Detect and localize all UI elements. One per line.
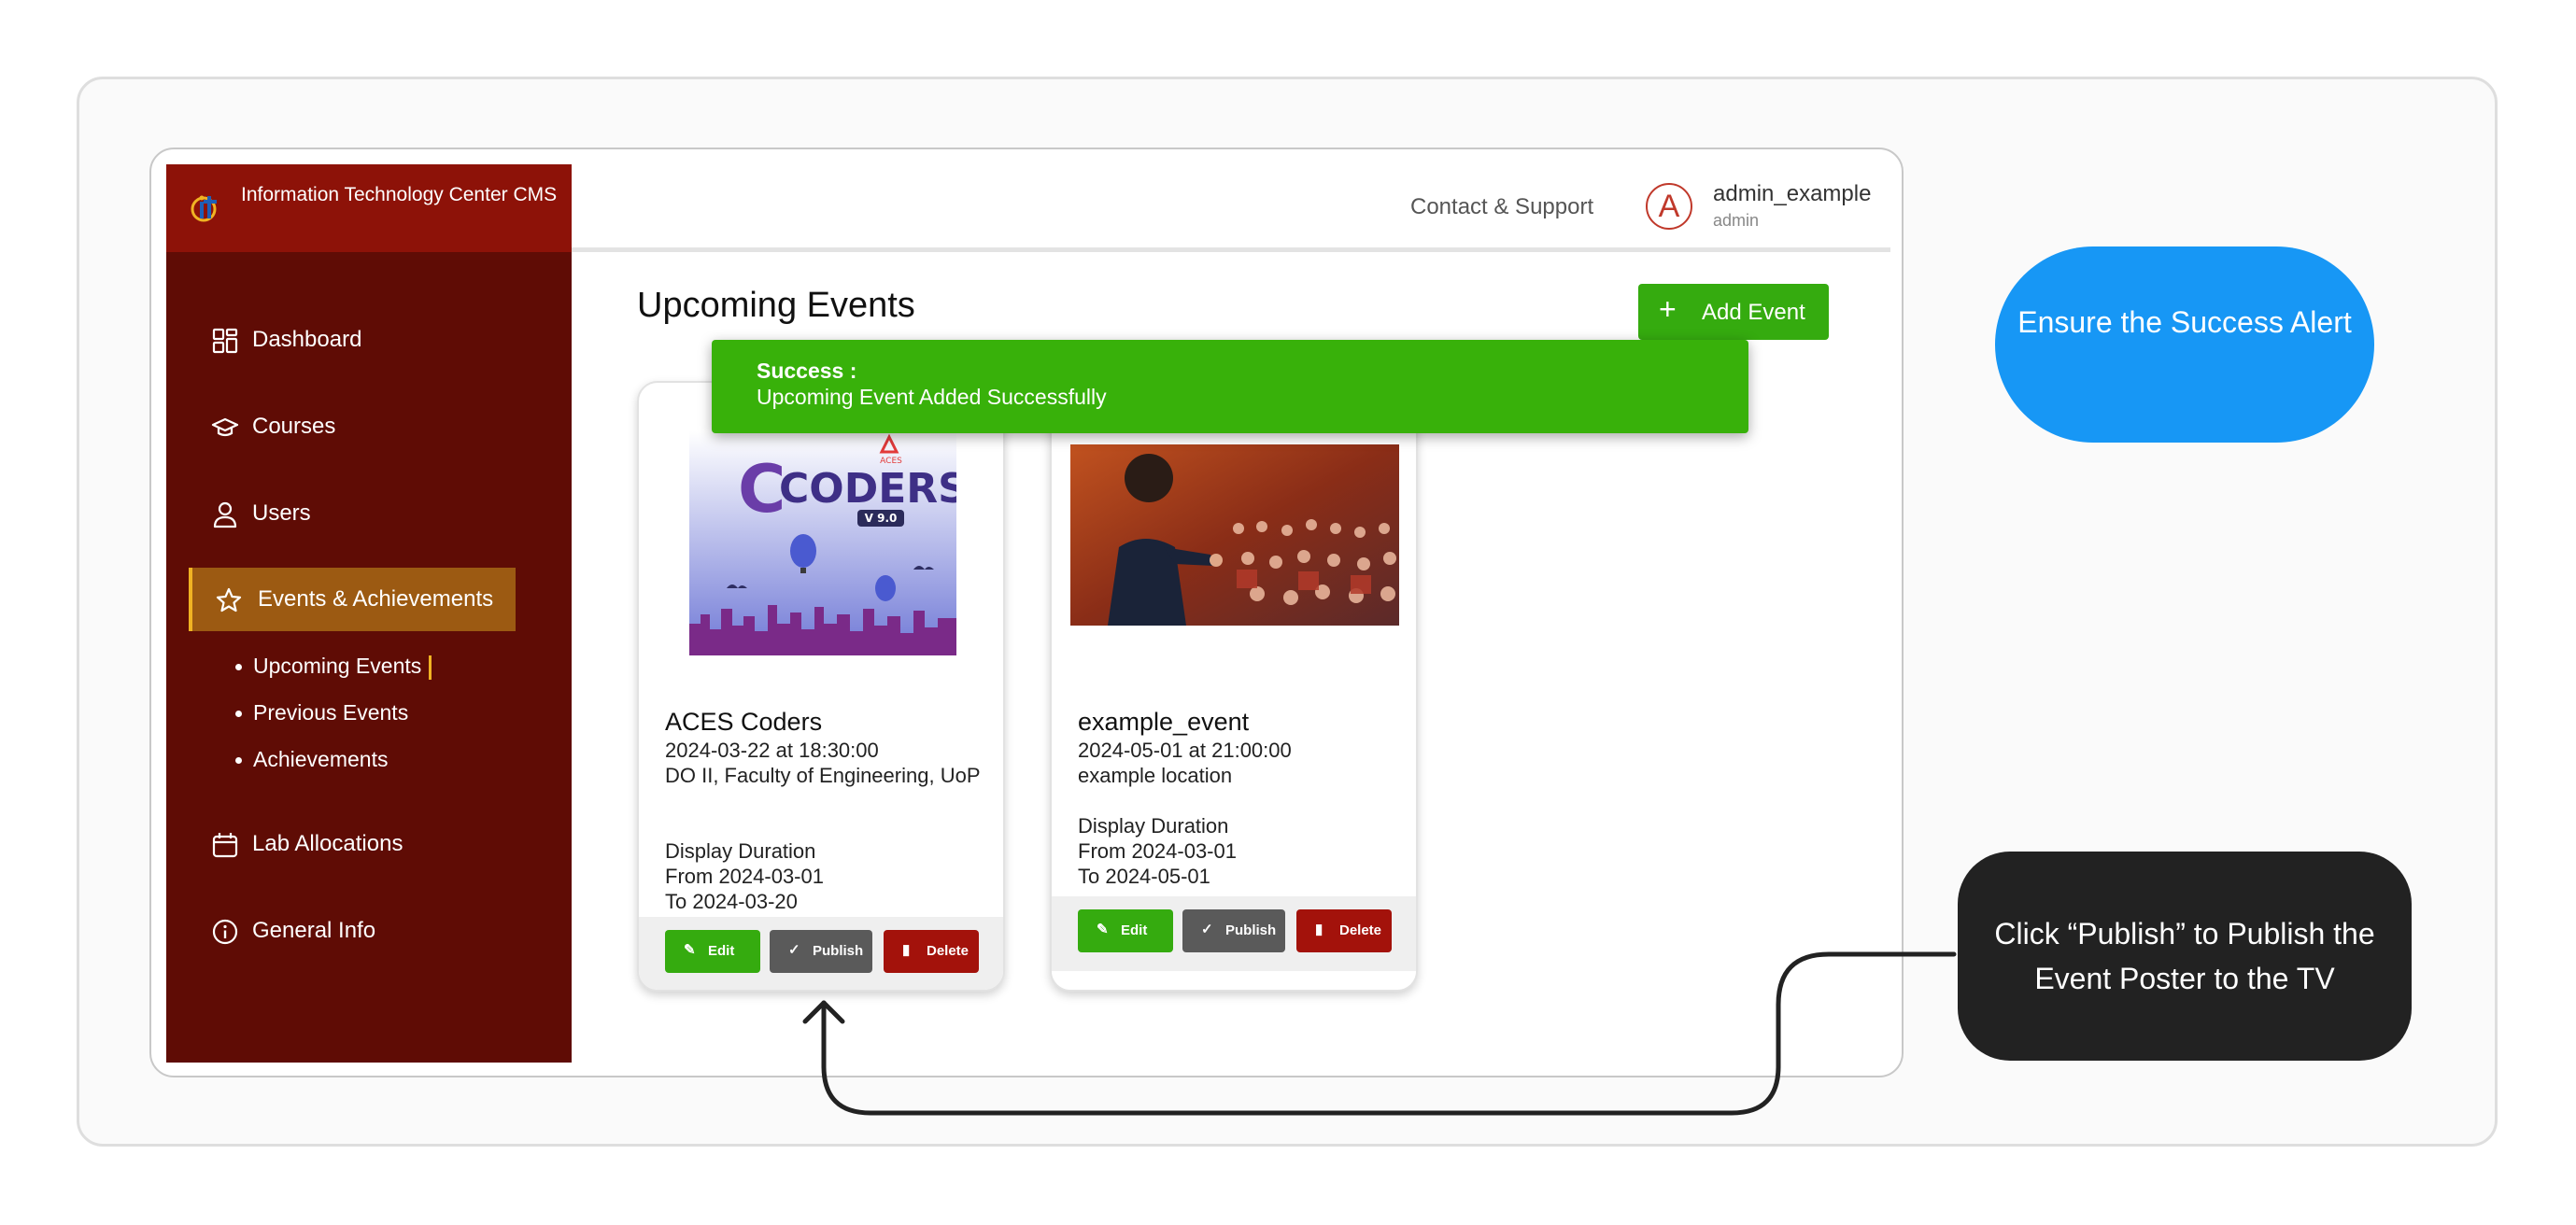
top-bar: Contact & Support A admin_example admin (572, 164, 1890, 252)
delete-label: Delete (1339, 922, 1382, 938)
plus-icon: + (1659, 292, 1677, 326)
subitem-label: Upcoming Events (253, 654, 422, 678)
success-alert-callout: Ensure the Success Alert (1995, 246, 2374, 443)
event-title: example_event (1078, 708, 1250, 736)
user-icon (213, 501, 237, 528)
bullet-icon (235, 664, 242, 671)
publish-button[interactable]: ✓ Publish (1182, 909, 1285, 952)
itc-logo-icon (191, 195, 217, 222)
subitem-label: Achievements (253, 747, 389, 771)
sidebar-subitem-upcoming-events[interactable]: Upcoming Events (235, 654, 432, 680)
sidebar-item-courses[interactable]: Courses (189, 395, 516, 458)
dashboard-icon (212, 328, 238, 354)
sidebar-subitem-previous-events[interactable]: Previous Events (235, 700, 408, 725)
username: admin_example (1713, 181, 1872, 206)
edit-button[interactable]: ✎ Edit (665, 930, 760, 973)
event-location: DO II, Faculty of Engineering, UoP (665, 764, 981, 787)
graduation-cap-icon (211, 417, 239, 437)
sidebar-item-dashboard[interactable]: Dashboard (189, 308, 516, 372)
event-poster-image: C CODERS V 9.0 ACES (689, 431, 956, 655)
display-to: To 2024-05-01 (1078, 865, 1210, 888)
active-indicator (429, 655, 432, 680)
display-from: From 2024-03-01 (1078, 839, 1237, 863)
trash-icon: ▮ (902, 942, 911, 958)
display-from: From 2024-03-01 (665, 865, 824, 888)
delete-button[interactable]: ▮ Delete (884, 930, 979, 973)
delete-button[interactable]: ▮ Delete (1296, 909, 1392, 952)
edit-label: Edit (1121, 922, 1148, 938)
event-card: C CODERS V 9.0 ACES ACES Coders 2024-03-… (637, 381, 1005, 992)
toast-message: Upcoming Event Added Successfully (757, 385, 1107, 409)
add-event-label: Add Event (1702, 300, 1805, 325)
sidebar: Information Technology Center CMS Dashbo… (166, 164, 572, 1063)
add-event-button[interactable]: + Add Event (1638, 284, 1829, 340)
info-icon (212, 919, 238, 945)
calendar-icon (212, 833, 238, 858)
sidebar-subitem-achievements[interactable]: Achievements (235, 747, 388, 772)
card-actions: ✎ Edit ✓ Publish ▮ Delete (639, 917, 1003, 990)
sidebar-item-label: General Info (252, 918, 376, 943)
avatar[interactable]: A (1646, 183, 1692, 230)
subitem-label: Previous Events (253, 700, 409, 725)
sidebar-item-label: Dashboard (252, 327, 362, 352)
bullet-icon (235, 711, 242, 718)
app-window: Information Technology Center CMS Dashbo… (149, 148, 1904, 1077)
sidebar-item-general-info[interactable]: General Info (189, 899, 516, 963)
edit-button[interactable]: ✎ Edit (1078, 909, 1173, 952)
event-location: example location (1078, 764, 1233, 787)
svg-text:V 9.0: V 9.0 (865, 512, 898, 525)
display-duration-label: Display Duration (1078, 814, 1229, 838)
check-icon: ✓ (1201, 922, 1213, 937)
sidebar-item-label: Users (252, 500, 311, 526)
sidebar-item-events-achievements[interactable]: Events & Achievements (189, 568, 516, 631)
pencil-icon: ✎ (684, 942, 696, 958)
event-datetime: 2024-05-01 at 21:00:00 (1078, 739, 1292, 762)
contact-support-link[interactable]: Contact & Support (1410, 194, 1593, 220)
trash-icon: ▮ (1315, 922, 1323, 937)
svg-text:ACES: ACES (880, 457, 902, 466)
event-photo-image (1070, 444, 1399, 626)
bullet-icon (235, 757, 242, 765)
brand-name: Information Technology Center CMS (241, 184, 558, 205)
card-bottom-padding (1052, 971, 1416, 990)
sidebar-item-label: Events & Achievements (258, 586, 494, 612)
check-icon: ✓ (788, 942, 800, 958)
sidebar-item-label: Courses (252, 414, 336, 439)
event-title: ACES Coders (665, 708, 823, 736)
card-actions: ✎ Edit ✓ Publish ▮ Delete (1052, 896, 1416, 971)
toast-title: Success : (757, 359, 857, 383)
page-title: Upcoming Events (637, 286, 915, 325)
event-card: example_event 2024-05-01 at 21:00:00 exa… (1050, 381, 1418, 992)
user-role: admin (1713, 211, 1760, 230)
display-duration-label: Display Duration (665, 839, 816, 863)
publish-button[interactable]: ✓ Publish (770, 930, 872, 973)
publish-callout: Click “Publish” to Publish the Event Pos… (1958, 852, 2412, 1061)
edit-label: Edit (708, 943, 735, 959)
sidebar-item-label: Lab Allocations (252, 831, 403, 856)
pencil-icon: ✎ (1097, 922, 1109, 937)
sidebar-item-users[interactable]: Users (189, 482, 516, 545)
publish-label: Publish (1225, 922, 1277, 938)
event-datetime: 2024-03-22 at 18:30:00 (665, 739, 879, 762)
star-icon (216, 587, 242, 612)
svg-text:CODERS: CODERS (779, 465, 956, 513)
delete-label: Delete (927, 943, 970, 959)
sidebar-item-lab-allocations[interactable]: Lab Allocations (189, 812, 516, 876)
publish-label: Publish (813, 943, 864, 959)
brand-header[interactable]: Information Technology Center CMS (166, 164, 572, 252)
display-to: To 2024-03-20 (665, 890, 798, 913)
success-toast: Success : Upcoming Event Added Successfu… (712, 340, 1748, 433)
